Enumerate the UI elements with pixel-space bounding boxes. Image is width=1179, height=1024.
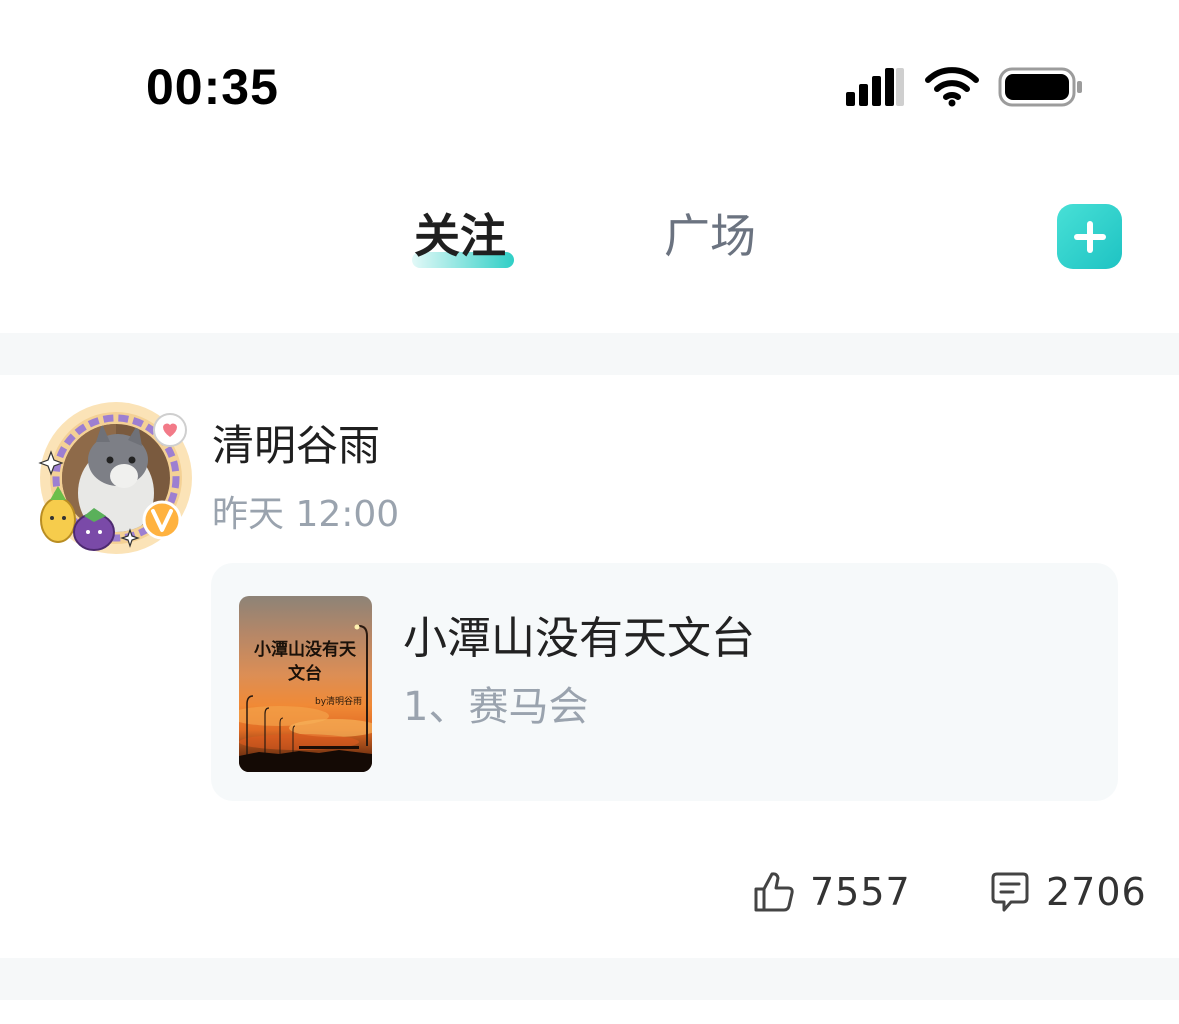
tab-square[interactable]: 广场: [664, 206, 756, 266]
thumbs-up-icon: [754, 872, 794, 912]
post-time: 昨天 12:00: [212, 494, 400, 535]
like-button[interactable]: 7557: [752, 866, 911, 918]
section-divider: [0, 333, 1179, 375]
like-count: 7557: [810, 870, 911, 914]
add-post-button[interactable]: [1057, 204, 1122, 269]
tab-follow[interactable]: 关注: [414, 206, 506, 266]
wifi-icon: [925, 67, 979, 107]
signal-icon: [846, 68, 904, 106]
section-divider: [0, 958, 1179, 1000]
book-cover: 小潭山没有天文台 by清明谷雨: [239, 596, 372, 772]
cover-title: 小潭山没有天文台: [254, 640, 356, 684]
book-title[interactable]: 小潭山没有天文台: [403, 611, 755, 667]
plus-icon: [1073, 220, 1106, 253]
book-card[interactable]: 小潭山没有天文台 by清明谷雨 小潭山没有天文台 1、赛马会: [211, 563, 1118, 801]
comment-count: 2706: [1046, 870, 1147, 914]
book-chapter[interactable]: 1、赛马会: [403, 681, 588, 733]
comment-icon: [991, 872, 1029, 912]
status-time: 00:35: [146, 59, 279, 115]
author-name[interactable]: 清明谷雨: [212, 418, 380, 474]
cover-author: by清明谷雨: [315, 697, 363, 707]
battery-icon: [998, 67, 1082, 107]
avatar[interactable]: [36, 398, 192, 558]
comment-button[interactable]: 2706: [988, 866, 1147, 918]
page: 00:35 关注 广场 清明谷雨 昨天 12:00 小潭山没有天文台 by清明谷…: [0, 0, 1179, 1024]
